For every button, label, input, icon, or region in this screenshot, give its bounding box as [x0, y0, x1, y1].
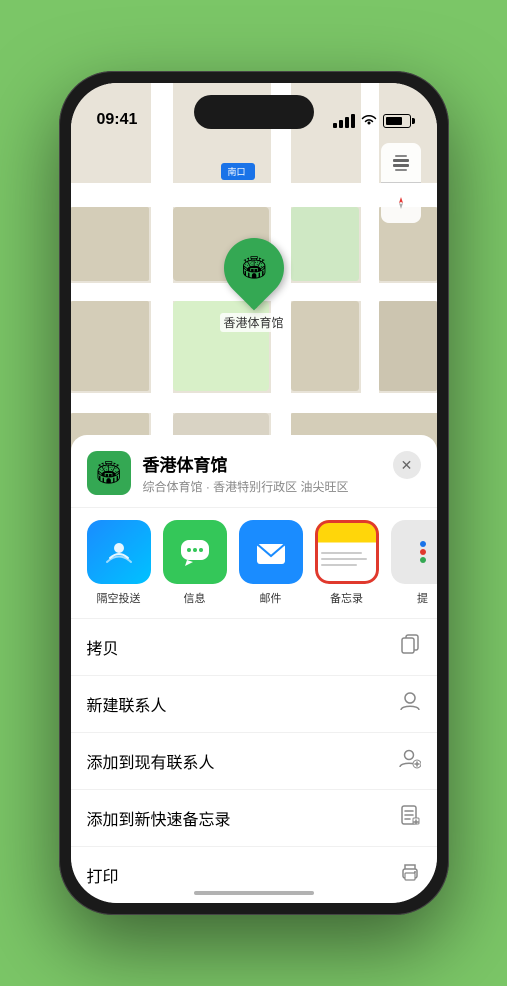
share-actions-row: 隔空投送 信息 — [71, 508, 437, 619]
action-add-existing-label: 添加到现有联系人 — [87, 749, 215, 773]
new-contact-icon — [399, 690, 421, 718]
location-subtitle: 综合体育馆 · 香港特别行政区 油尖旺区 — [143, 478, 381, 495]
home-indicator — [194, 891, 314, 895]
battery-icon — [383, 114, 411, 128]
status-icons — [333, 113, 411, 131]
pin-circle: 🏟 — [211, 226, 296, 311]
compass-button[interactable] — [381, 183, 421, 223]
airdrop-label: 隔空投送 — [97, 590, 141, 606]
notes-line-3 — [321, 564, 357, 566]
dynamic-island — [194, 95, 314, 129]
action-copy[interactable]: 拷贝 — [71, 619, 437, 676]
action-add-note-label: 添加到新快速备忘录 — [87, 806, 231, 830]
notes-line-2 — [321, 558, 368, 560]
location-info: 香港体育馆 综合体育馆 · 香港特别行政区 油尖旺区 — [143, 451, 381, 495]
signal-bar-2 — [339, 120, 343, 128]
pin-inner: 🏟 — [240, 255, 268, 281]
airdrop-icon — [87, 520, 151, 584]
mail-label: 邮件 — [260, 590, 282, 606]
bottom-sheet: 🏟 香港体育馆 综合体育馆 · 香港特别行政区 油尖旺区 ✕ — [71, 435, 437, 903]
action-add-note[interactable]: 添加到新快速备忘录 — [71, 790, 437, 847]
print-icon — [399, 861, 421, 889]
notes-lines — [321, 552, 373, 566]
action-copy-label: 拷贝 — [87, 635, 119, 659]
action-new-contact[interactable]: 新建联系人 — [71, 676, 437, 733]
share-item-notes[interactable]: 备忘录 — [315, 520, 379, 606]
share-item-more[interactable]: 提 — [391, 520, 437, 606]
more-icon — [391, 520, 437, 584]
add-note-icon — [399, 804, 421, 832]
phone-screen: 09:41 — [71, 83, 437, 903]
signal-bars — [333, 114, 355, 128]
signal-bar-3 — [345, 117, 349, 128]
notes-line-1 — [321, 552, 363, 554]
more-label: 提 — [417, 590, 428, 606]
status-time: 09:41 — [97, 111, 138, 131]
share-item-mail[interactable]: 邮件 — [239, 520, 303, 606]
notes-icon — [315, 520, 379, 584]
location-header: 🏟 香港体育馆 综合体育馆 · 香港特别行政区 油尖旺区 ✕ — [71, 435, 437, 508]
notes-label: 备忘录 — [330, 590, 363, 606]
battery-fill — [386, 117, 403, 125]
location-name: 香港体育馆 — [143, 451, 381, 476]
action-new-contact-label: 新建联系人 — [87, 692, 167, 716]
entrance-label: 南口 — [221, 163, 255, 180]
map-controls[interactable] — [381, 143, 421, 223]
phone-frame: 09:41 — [59, 71, 449, 915]
action-add-existing[interactable]: 添加到现有联系人 — [71, 733, 437, 790]
copy-icon — [399, 633, 421, 661]
map-layers-button[interactable] — [381, 143, 421, 183]
close-button[interactable]: ✕ — [393, 451, 421, 479]
pin-label: 香港体育馆 — [219, 313, 287, 332]
signal-bar-4 — [351, 114, 355, 128]
mail-icon — [239, 520, 303, 584]
add-existing-icon — [399, 747, 421, 775]
share-item-airdrop[interactable]: 隔空投送 — [87, 520, 151, 606]
location-pin: 🏟 香港体育馆 — [219, 238, 287, 332]
action-list: 拷贝 新建联系人 — [71, 619, 437, 903]
signal-bar-1 — [333, 123, 337, 128]
action-print-label: 打印 — [87, 863, 119, 887]
messages-icon — [163, 520, 227, 584]
notes-icon-inner — [315, 520, 379, 584]
wifi-icon — [361, 113, 377, 129]
messages-label: 信息 — [184, 590, 206, 606]
share-item-messages[interactable]: 信息 — [163, 520, 227, 606]
location-icon: 🏟 — [87, 451, 131, 495]
